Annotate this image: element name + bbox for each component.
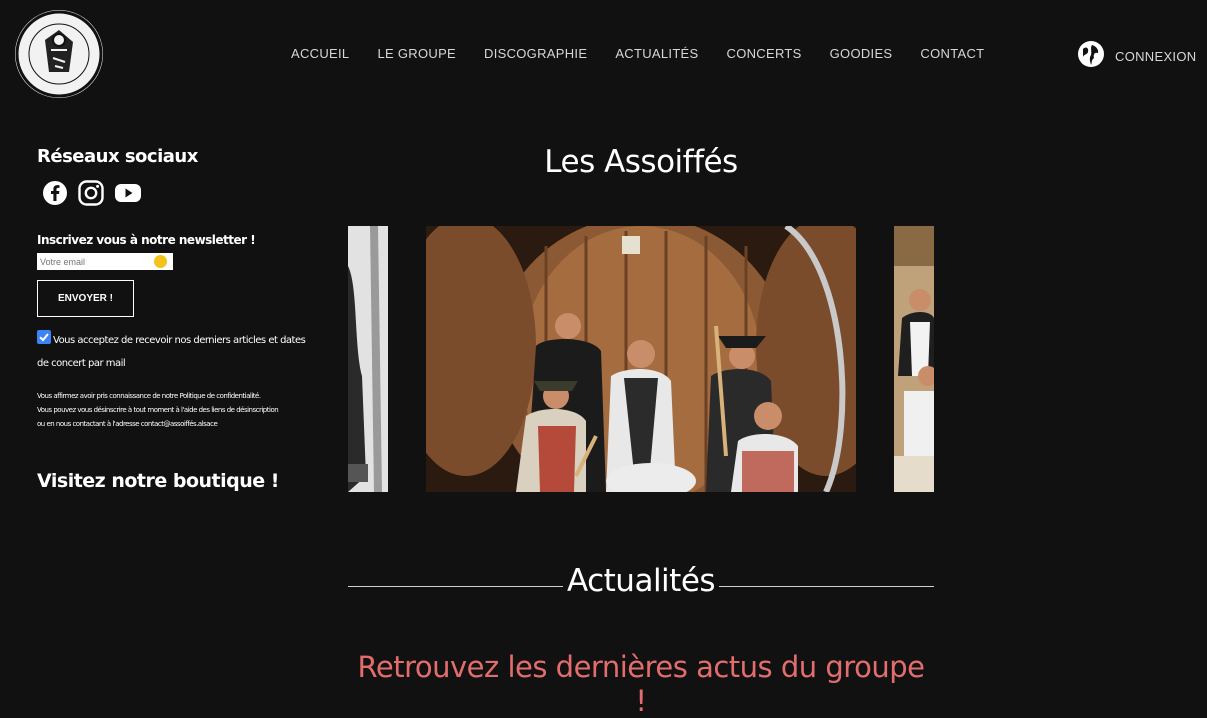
autofill-icon[interactable]: [154, 255, 167, 268]
news-section-title: Actualités: [566, 563, 716, 599]
privacy-line: Vous affirmez avoir pris connaissance de…: [37, 392, 261, 400]
privacy-line: Vous pouvez vous désinscrire à tout mome…: [37, 406, 279, 414]
divider: [348, 586, 563, 587]
facebook-icon[interactable]: [42, 180, 68, 206]
divider: [719, 586, 934, 587]
carousel-slide-next[interactable]: [894, 226, 934, 492]
youtube-icon[interactable]: [114, 180, 142, 206]
nav-actualites[interactable]: ACTUALITÉS: [615, 46, 698, 61]
login-label: CONNEXION: [1115, 49, 1197, 64]
main-nav: ACCUEIL LE GROUPE DISCOGRAPHIE ACTUALITÉ…: [291, 46, 1012, 61]
nav-contact[interactable]: CONTACT: [920, 46, 984, 61]
login-link[interactable]: CONNEXION: [1077, 40, 1196, 73]
consent-text: Vous acceptez de recevoir nos derniers a…: [37, 335, 306, 369]
social-title: Réseaux sociaux: [37, 146, 198, 167]
newsletter-send-button[interactable]: ENVOYER !: [37, 280, 134, 317]
nav-discographie[interactable]: DISCOGRAPHIE: [484, 46, 587, 61]
nav-le-groupe[interactable]: LE GROUPE: [377, 46, 456, 61]
consent-checkbox[interactable]: [37, 330, 51, 344]
privacy-line: ou en nous contactant à l'adresse contac…: [37, 420, 218, 428]
carousel-slide-previous[interactable]: [348, 226, 388, 492]
newsletter-title: Inscrivez vous à notre newsletter !: [37, 233, 256, 247]
social-links: [42, 180, 142, 206]
carousel-slide-band-photo[interactable]: [426, 226, 856, 492]
shop-link[interactable]: Visitez notre boutique !: [37, 470, 279, 492]
page-title: Les Assoiffés: [544, 144, 738, 180]
band-logo[interactable]: [15, 10, 103, 98]
newsletter-email-input[interactable]: [37, 253, 173, 270]
privacy-notice: Vous affirmez avoir pris connaissance de…: [37, 389, 327, 431]
user-globe-icon: [1077, 40, 1105, 73]
news-subtitle: Retrouvez les dernières actus du groupe …: [357, 650, 925, 718]
nav-accueil[interactable]: ACCUEIL: [291, 46, 349, 61]
nav-goodies[interactable]: GOODIES: [830, 46, 893, 61]
nav-concerts[interactable]: CONCERTS: [727, 46, 802, 61]
instagram-icon[interactable]: [78, 180, 104, 206]
